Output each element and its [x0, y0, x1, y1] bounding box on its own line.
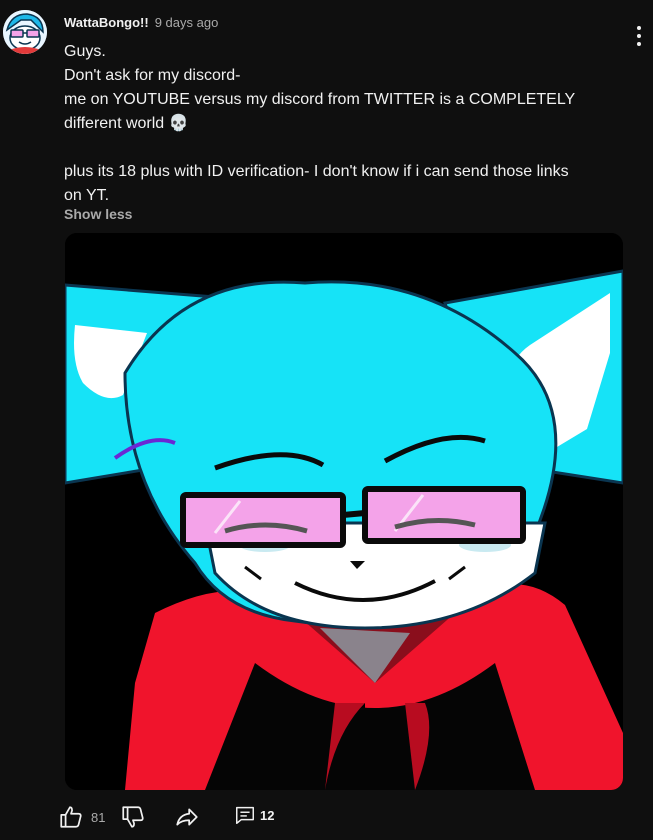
- comment-header: WattaBongo!! 9 days ago: [64, 14, 218, 32]
- author-name[interactable]: WattaBongo!!: [64, 15, 149, 30]
- comment-icon: [236, 806, 254, 824]
- comment-text: Guys. Don't ask for my discord- me on YO…: [64, 40, 634, 208]
- comment-line: Guys.: [64, 43, 106, 60]
- comment-timestamp[interactable]: 9 days ago: [155, 15, 219, 30]
- show-less-button[interactable]: Show less: [64, 206, 132, 222]
- more-vert-icon: [637, 26, 641, 30]
- post-image[interactable]: [65, 233, 623, 790]
- author-avatar[interactable]: [3, 10, 47, 54]
- dislike-button[interactable]: [120, 804, 146, 830]
- thumbs-up-icon: [60, 806, 82, 828]
- comment-line: me on YOUTUBE versus my discord from TWI…: [64, 91, 576, 108]
- like-button[interactable]: 81: [58, 804, 105, 830]
- like-count: 81: [91, 809, 106, 825]
- more-vert-icon-dot: [637, 34, 641, 38]
- avatar-image: [3, 10, 47, 54]
- comment-line: [64, 136, 634, 160]
- comment-line: plus its 18 plus with ID verification- I…: [64, 163, 569, 180]
- comment-line: different world 💀: [64, 115, 189, 132]
- share-icon: [176, 808, 198, 826]
- thumbs-down-icon: [122, 806, 144, 828]
- replies-button[interactable]: 12: [234, 804, 274, 826]
- share-button[interactable]: [174, 804, 200, 830]
- more-vert-icon-dot: [637, 42, 641, 46]
- more-options-button[interactable]: [632, 22, 646, 50]
- character-illustration: [65, 233, 623, 790]
- comment-line: on YT.: [64, 187, 110, 204]
- comment-line: Don't ask for my discord-: [64, 67, 241, 84]
- reply-count: 12: [260, 807, 275, 823]
- comment-actions: 81 12: [58, 800, 358, 836]
